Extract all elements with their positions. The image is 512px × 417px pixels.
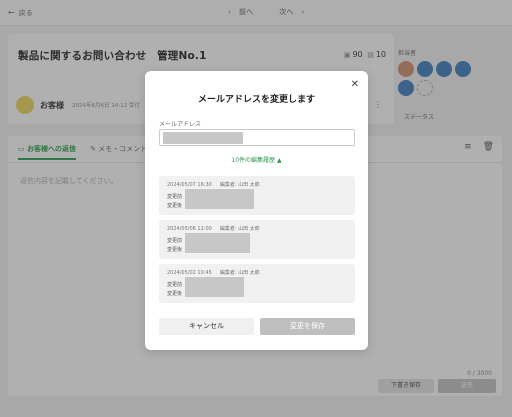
change-email-modal: ✕ メールアドレスを変更します メールアドレス 10件の編集履歴 ▲ 2024/… [145, 71, 368, 350]
email-label: メールアドレス [159, 121, 202, 128]
history-editor: 編集者: 山田 太郎 [219, 270, 260, 276]
history-item: 2024/05/02 10:45 編集者: 山田 太郎変更前変更後 [159, 264, 355, 303]
redacted-value [163, 132, 243, 144]
cancel-button[interactable]: キャンセル [159, 318, 254, 335]
history-after-label: 変更後 [167, 291, 183, 297]
history-date: 2024/05/06 12:00 [167, 226, 212, 232]
history-editor: 編集者: 山田 太郎 [219, 182, 260, 188]
history-editor: 編集者: 山田 太郎 [219, 226, 260, 232]
history-meta: 2024/05/02 10:45 編集者: 山田 太郎 [167, 269, 260, 276]
history-before-label: 変更前 [167, 282, 183, 288]
history-meta: 2024/05/07 16:30 編集者: 山田 太郎 [167, 181, 260, 188]
save-button[interactable]: 変更を保存 [260, 318, 355, 335]
history-before-label: 変更前 [167, 238, 183, 244]
history-after-label: 変更後 [167, 203, 183, 209]
history-after-label: 変更後 [167, 247, 183, 253]
redacted-value [185, 189, 254, 209]
redacted-value [185, 277, 244, 297]
close-icon[interactable]: ✕ [351, 80, 359, 90]
chevron-up-icon: ▲ [276, 157, 282, 164]
history-date: 2024/05/02 10:45 [167, 270, 212, 276]
history-meta: 2024/05/06 12:00 編集者: 山田 太郎 [167, 225, 260, 232]
history-date: 2024/05/07 16:30 [167, 182, 212, 188]
history-item: 2024/05/07 16:30 編集者: 山田 太郎変更前変更後 [159, 176, 355, 215]
history-list: 2024/05/07 16:30 編集者: 山田 太郎 変更前 変更後 2024/05/… [159, 176, 355, 308]
history-toggle[interactable]: 10件の編集履歴 ▲ [145, 155, 368, 164]
redacted-value [185, 233, 250, 253]
history-item: 2024/05/06 12:00 編集者: 山田 太郎変更前変更後 [159, 220, 355, 259]
modal-title: メールアドレスを変更します [197, 95, 315, 105]
history-before-label: 変更前 [167, 194, 183, 200]
email-field[interactable] [159, 129, 355, 146]
